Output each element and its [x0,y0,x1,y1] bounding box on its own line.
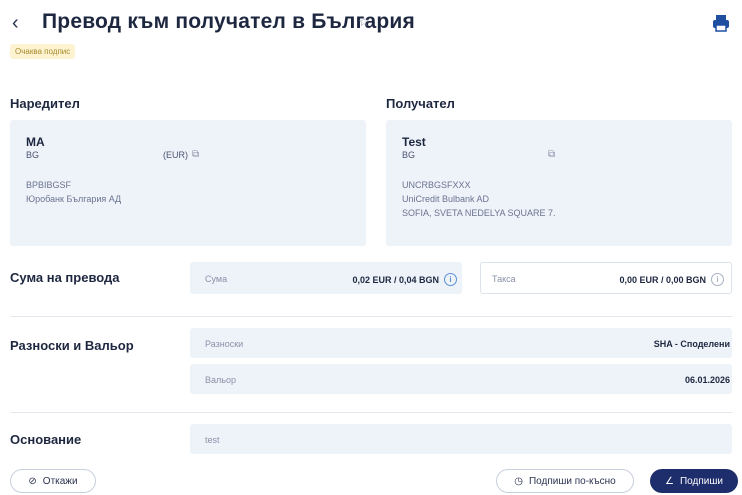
recipient-address: SOFIA, SVETA NEDELYA SQUARE 7. [402,208,556,218]
basis-field [190,424,732,454]
divider [10,316,732,317]
valor-field [190,364,732,394]
printer-icon [713,15,729,32]
amount-label: Сума [205,274,228,284]
clock-icon: ◷ [514,475,523,487]
divider [10,412,732,413]
info-icon[interactable]: i [711,273,724,286]
cancel-icon: ⊘ [28,475,37,487]
sender-currency: (EUR) [163,150,188,160]
sender-bank: Юробанк България АД [26,194,122,204]
recipient-name: Test [402,135,426,149]
sender-section-label: Наредител [10,96,80,111]
print-button[interactable] [710,12,732,34]
sign-later-button[interactable]: ◷ Подпиши по-късно [496,469,634,493]
fee-label: Такса [492,274,516,284]
cancel-button[interactable]: ⊘ Откажи [10,469,96,493]
valor-value: 06.01.2026 [684,375,730,385]
recipient-bic: UNCRBGSFXXX [402,180,471,190]
basis-value: test [205,435,220,445]
sign-button-label: Подпиши [679,475,723,487]
recipient-section-label: Получател [386,96,455,111]
sender-bic: BPBIBGSF [26,180,72,190]
sign-button[interactable]: ∠ Подпиши [650,469,738,493]
valor-label: Вальор [205,375,236,385]
charges-section-label: Разноски и Вальор [10,338,134,353]
status-badge: Очаква подпис [10,44,76,59]
sign-later-button-label: Подпиши по-късно [528,475,616,487]
back-button[interactable]: ‹ [12,12,19,34]
charges-field [190,328,732,358]
fee-value: 0,00 EUR / 0,00 BGN [619,274,706,285]
charges-label: Разноски [205,339,244,349]
recipient-iban: BG [402,150,416,160]
basis-section-label: Основание [10,432,82,447]
amount-value: 0,02 EUR / 0,04 BGN [352,274,439,285]
copy-icon[interactable]: ⧉ [548,149,555,160]
charges-value: SHA - Споделени [653,339,730,349]
cancel-button-label: Откажи [42,475,78,487]
sender-iban: BG [26,150,40,160]
chevron-left-icon: ‹ [12,12,19,34]
recipient-bank: UniCredit Bulbank AD [402,194,490,204]
info-icon[interactable]: i [444,273,457,286]
sender-name: MA [26,135,45,149]
star-icon[interactable]: ☆ [358,14,370,30]
copy-icon[interactable]: ⧉ [192,149,199,160]
pen-icon: ∠ [665,475,674,487]
amount-section-label: Сума на превода [10,270,120,285]
